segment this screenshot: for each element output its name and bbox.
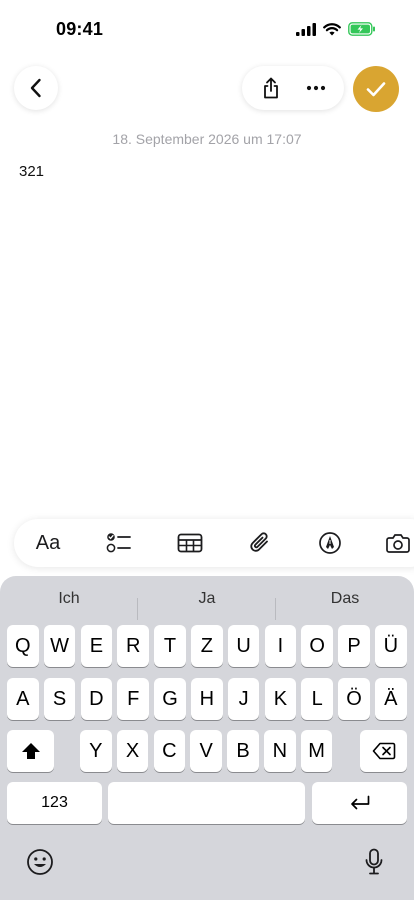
key-z[interactable]: Z <box>191 625 223 667</box>
key-ö[interactable]: Ö <box>338 678 370 720</box>
key-v[interactable]: V <box>190 730 222 772</box>
key-x[interactable]: X <box>116 730 149 772</box>
camera-button[interactable] <box>374 519 414 567</box>
key-w[interactable]: W <box>43 625 76 667</box>
shift-icon <box>21 743 40 759</box>
status-icons <box>296 22 376 36</box>
checklist-icon <box>106 533 131 553</box>
share-button[interactable] <box>251 68 291 108</box>
key-h[interactable]: H <box>191 678 223 720</box>
key-m[interactable]: M <box>300 730 333 772</box>
backspace-icon <box>372 742 395 760</box>
table-button[interactable] <box>166 519 214 567</box>
suggestion-1[interactable]: Ich <box>1 586 137 611</box>
status-bar: 09:41 <box>0 0 414 60</box>
key-y[interactable]: Y <box>80 730 112 772</box>
key-p[interactable]: P <box>338 625 370 667</box>
checkmark-icon <box>366 82 386 97</box>
key-f[interactable]: F <box>117 678 149 720</box>
key-t[interactable]: T <box>154 625 186 667</box>
paperclip-icon <box>250 532 268 552</box>
suggestion-3[interactable]: Das <box>277 586 413 611</box>
dictation-button[interactable] <box>358 846 390 878</box>
share-icon <box>263 77 278 99</box>
emoji-button[interactable] <box>24 846 56 878</box>
status-time: 09:41 <box>56 19 104 39</box>
more-button[interactable] <box>296 68 336 108</box>
back-button[interactable] <box>14 66 58 110</box>
table-icon <box>177 533 203 553</box>
key-ä[interactable]: Ä <box>375 678 407 720</box>
space-key[interactable] <box>108 782 305 824</box>
return-key[interactable] <box>312 782 407 824</box>
signal-icon <box>296 22 316 36</box>
attachment-button[interactable] <box>236 519 284 567</box>
actions-pill <box>242 66 344 110</box>
note-body[interactable]: 321 <box>19 163 44 180</box>
suggestion-divider <box>275 598 276 620</box>
key-g[interactable]: G <box>154 678 186 720</box>
keyboard: Ich Ja Das QWERTZUIOPÜ ASDFGHJKLÖÄ YXCVB… <box>0 576 414 900</box>
key-u[interactable]: U <box>227 625 260 667</box>
markup-icon <box>319 532 341 554</box>
suggestion-2[interactable]: Ja <box>139 586 275 611</box>
shift-key[interactable] <box>7 730 54 772</box>
return-icon <box>350 795 369 810</box>
numbers-key[interactable]: 123 <box>7 782 102 824</box>
suggestion-divider <box>137 598 138 620</box>
key-q[interactable]: Q <box>7 625 39 667</box>
back-icon <box>30 78 41 98</box>
key-ü[interactable]: Ü <box>375 625 407 667</box>
markup-button[interactable] <box>306 519 354 567</box>
key-l[interactable]: L <box>301 678 333 720</box>
suggestion-bar: Ich Ja Das <box>0 586 414 620</box>
microphone-icon <box>365 848 383 875</box>
checklist-button[interactable] <box>95 519 143 567</box>
key-d[interactable]: D <box>80 678 113 720</box>
note-date: 18. September 2026 um 17:07 <box>112 131 302 147</box>
key-b[interactable]: B <box>227 730 259 772</box>
battery-icon <box>348 22 375 36</box>
key-a[interactable]: A <box>7 678 39 720</box>
key-k[interactable]: K <box>264 678 297 720</box>
format-text-label: Aa <box>35 531 61 554</box>
camera-icon <box>386 534 410 553</box>
key-r[interactable]: R <box>117 625 149 667</box>
emoji-icon <box>27 849 53 875</box>
format-text-button[interactable]: Aa <box>24 519 72 567</box>
key-s[interactable]: S <box>43 678 76 720</box>
format-toolbar: Aa <box>14 519 414 567</box>
key-e[interactable]: E <box>80 625 113 667</box>
key-o[interactable]: O <box>301 625 333 667</box>
key-c[interactable]: C <box>153 730 186 772</box>
key-n[interactable]: N <box>264 730 296 772</box>
backspace-key[interactable] <box>360 730 407 772</box>
done-button[interactable] <box>353 66 399 112</box>
key-i[interactable]: I <box>264 625 297 667</box>
more-icon <box>306 85 325 91</box>
wifi-icon <box>323 22 341 35</box>
key-j[interactable]: J <box>227 678 260 720</box>
